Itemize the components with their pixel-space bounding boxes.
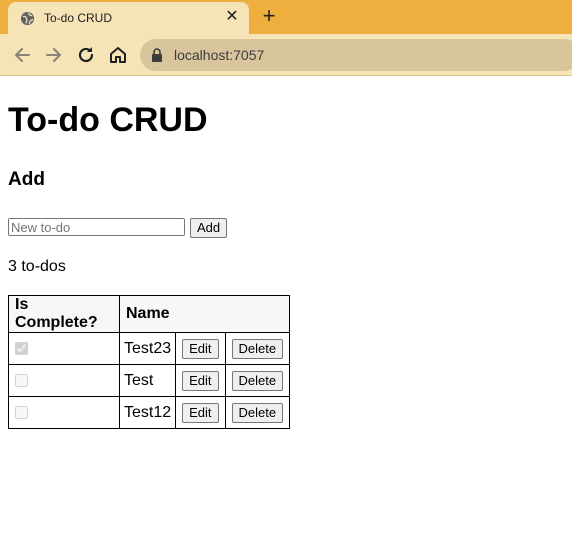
forward-arrow-icon[interactable] [43,44,65,66]
name-cell: Test23 [118,332,177,365]
url-text: localhost:7057 [174,47,265,63]
edit-cell: Edit [175,332,226,365]
name-cell: Test12 [118,396,177,429]
todo-counter: 3 to-dos [8,258,66,275]
new-tab-button[interactable]: + [259,5,279,27]
table-header-row: Is Complete? Name [8,295,291,333]
back-arrow-icon[interactable] [11,44,33,66]
edit-button[interactable]: Edit [182,370,219,391]
header-name: Name [118,295,176,333]
tab-title: To-do CRUD [44,11,113,25]
name-cell: Test [118,364,177,397]
delete-cell: Delete [224,332,291,365]
browser-toolbar: localhost:7057 [0,34,572,76]
complete-checkbox [15,341,28,355]
delete-button[interactable]: Delete [231,402,284,423]
lock-icon[interactable] [150,48,164,62]
complete-cell [8,332,120,365]
header-delete [225,295,291,333]
browser-tab[interactable]: To-do CRUD ✕ [8,2,249,34]
new-todo-input[interactable] [8,218,185,236]
reload-icon[interactable] [75,44,97,66]
tab-strip: To-do CRUD ✕ + [0,0,572,34]
edit-button[interactable]: Edit [182,402,219,423]
add-heading: Add [8,169,45,190]
table-row: Test23 Edit Delete [8,332,291,365]
edit-button[interactable]: Edit [182,338,219,359]
page-title: To-do CRUD [8,101,208,139]
table-row: Test Edit Delete [8,364,291,397]
header-is-complete: Is Complete? [8,295,120,333]
globe-icon [20,11,35,26]
complete-cell [8,364,120,397]
header-edit [175,295,226,333]
edit-cell: Edit [175,396,226,429]
delete-button[interactable]: Delete [231,338,284,359]
complete-checkbox [15,373,28,387]
home-icon[interactable] [107,44,129,66]
complete-checkbox [15,405,28,419]
delete-cell: Delete [224,364,291,397]
address-bar[interactable]: localhost:7057 [140,39,572,71]
close-icon[interactable]: ✕ [224,9,240,25]
todo-table: Is Complete? Name Test23 Edit Delete Tes… [8,295,291,429]
delete-cell: Delete [224,396,291,429]
delete-button[interactable]: Delete [231,370,284,391]
table-row: Test12 Edit Delete [8,396,291,429]
add-button[interactable]: Add [190,218,228,238]
complete-cell [8,396,120,429]
edit-cell: Edit [175,364,226,397]
